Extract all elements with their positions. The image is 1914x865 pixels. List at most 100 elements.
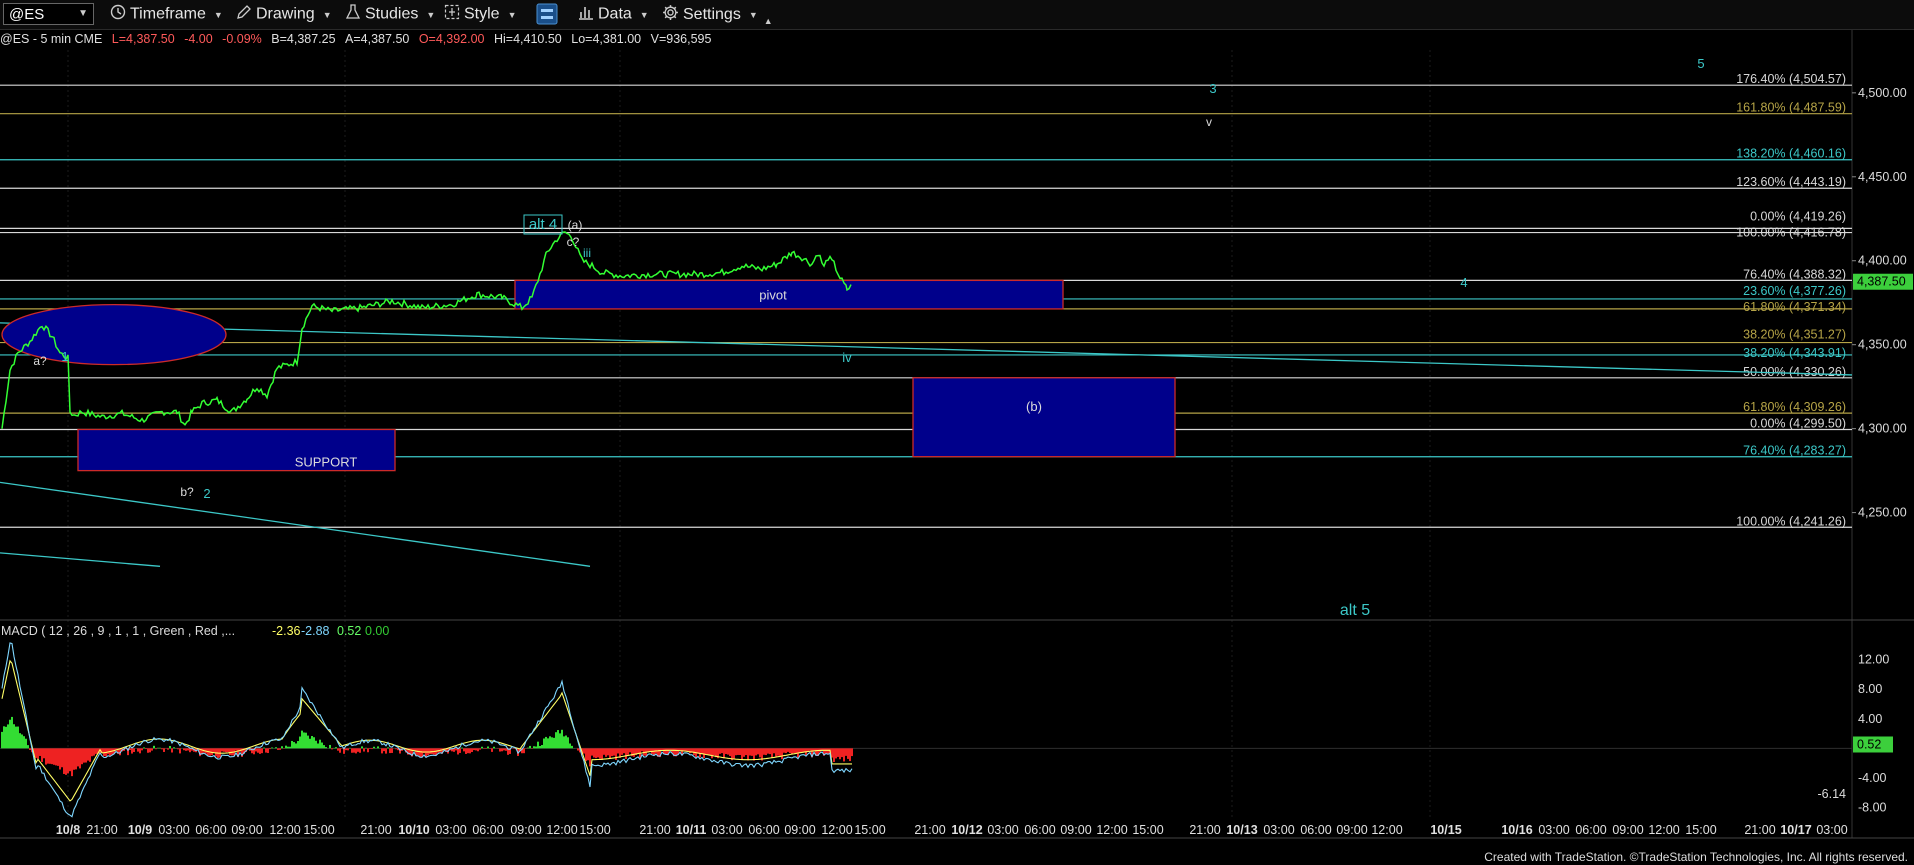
layout-icon: [536, 3, 558, 30]
time-axis-label: 21:00: [1189, 823, 1220, 837]
wave-label-1: 1: [61, 349, 68, 364]
style-icon: [444, 4, 460, 25]
time-axis-label: 03:00: [1538, 823, 1569, 837]
toolbar: @ES ▼ Timeframe ▼ Drawing ▼ Studies ▼ Style…: [0, 0, 1914, 30]
symbol-selector[interactable]: @ES ▼: [3, 3, 94, 25]
net-change-pct: -0.09%: [222, 32, 262, 46]
macd-axis-label: 12.00: [1858, 653, 1889, 667]
time-axis-label: 12:00: [1096, 823, 1127, 837]
low-price: Lo=4,381.00: [571, 32, 642, 46]
time-axis-label: 06:00: [1024, 823, 1055, 837]
macd-title: MACD ( 12 , 26 , 9 , 1 , 1 , Green , Red…: [1, 624, 235, 638]
macd-axis-label: 8.00: [1858, 682, 1882, 696]
data-button[interactable]: Data ▼: [578, 4, 649, 26]
chevron-down-icon: ▼: [748, 10, 758, 20]
macd-value: -2.88: [301, 624, 330, 638]
time-axis-label: 09:00: [1060, 823, 1091, 837]
chevron-down-icon: ▼: [507, 9, 517, 20]
volume: V=936,595: [650, 32, 712, 46]
time-axis-label: 06:00: [748, 823, 779, 837]
wave-label-5: 5: [1697, 56, 1704, 71]
time-axis-label: 21:00: [914, 823, 945, 837]
wave-label-iv: iv: [842, 350, 852, 365]
net-change: -4.00: [184, 32, 213, 46]
drawing-button[interactable]: Drawing ▼: [236, 4, 332, 26]
wave-label-b: b?: [180, 485, 194, 499]
copyright-footer: Created with TradeStation. ©TradeStation…: [1484, 850, 1908, 864]
time-axis-label: 10/13: [1226, 823, 1257, 837]
wave-label-a-paren: (a): [568, 218, 583, 232]
fib-level-label: 100.00% (4,241.26): [1736, 514, 1846, 528]
fib-level-label: 0.00% (4,299.50): [1750, 416, 1846, 430]
fib-level-label: 100.00% (4,416.78): [1736, 226, 1846, 240]
timeframe-label: Timeframe: [130, 5, 206, 23]
timeframe-button[interactable]: Timeframe ▼: [110, 4, 223, 26]
wave-label-alt5: alt 5: [1340, 602, 1370, 619]
macd-value: 0.52: [337, 624, 361, 638]
time-axis-label: 15:00: [579, 823, 610, 837]
fib-level-label: 0.00% (4,419.26): [1750, 209, 1846, 223]
price-axis-label: 4,250.00: [1858, 506, 1907, 520]
zone-label: (b): [1026, 399, 1042, 414]
macd-line: [1, 642, 853, 818]
time-axis-label: 10/17: [1780, 823, 1811, 837]
flask-icon: [345, 4, 361, 25]
time-axis-label: 09:00: [231, 823, 262, 837]
fib-level-label: 38.20% (4,343.91): [1743, 346, 1846, 360]
time-axis-label: 10/10: [398, 823, 429, 837]
symbol-description: @ES - 5 min CME: [0, 32, 103, 46]
fib-level-label: 23.60% (4,377.26): [1743, 284, 1846, 298]
time-axis-label: 15:00: [1132, 823, 1163, 837]
time-axis-label: 10/16: [1501, 823, 1532, 837]
macd-axis-label: 4.00: [1858, 712, 1882, 726]
last-price: L=4,387.50: [111, 32, 175, 46]
chevron-down-icon: ▼: [426, 9, 436, 20]
wave-label-a: a?: [33, 354, 47, 368]
zone-label: pivot: [759, 288, 787, 303]
time-axis-label: 15:00: [854, 823, 885, 837]
wave-label-iii: iii: [583, 246, 591, 260]
time-axis-label: 10/12: [951, 823, 982, 837]
last-price-label: 4,387.50: [1857, 275, 1906, 289]
studies-button[interactable]: Studies ▼: [345, 4, 435, 26]
time-axis-label: 09:00: [784, 823, 815, 837]
high-price: Hi=4,410.50: [494, 32, 562, 46]
time-axis-label: 06:00: [1300, 823, 1331, 837]
macd-signal-line: [1, 659, 852, 802]
time-axis-label: 06:00: [195, 823, 226, 837]
time-axis-label: 21:00: [639, 823, 670, 837]
gear-icon: [662, 4, 679, 26]
fib-level-label: 138.20% (4,460.16): [1736, 147, 1846, 161]
zone-label: SUPPORT: [295, 455, 358, 470]
time-axis-label: 03:00: [711, 823, 742, 837]
settings-label: Settings: [683, 6, 741, 23]
wave-label-4: 4: [1460, 275, 1467, 290]
time-axis-label: 12:00: [1371, 823, 1402, 837]
time-axis-label: 12:00: [546, 823, 577, 837]
time-axis-label: 03:00: [987, 823, 1018, 837]
trendline: [0, 552, 161, 567]
fib-level-label: 76.40% (4,388.32): [1743, 267, 1846, 281]
time-axis-label: 09:00: [1336, 823, 1367, 837]
time-axis-label: 21:00: [360, 823, 391, 837]
price-chart[interactable]: 176.40% (4,504.57)161.80% (4,487.59)138.…: [0, 0, 1914, 865]
time-axis-label: 12:00: [269, 823, 300, 837]
fib-level-label: 61.80% (4,309.26): [1743, 400, 1846, 414]
layout-button[interactable]: [536, 3, 562, 25]
bid-price: B=4,387.25: [271, 32, 336, 46]
style-button[interactable]: Style ▼: [444, 4, 517, 26]
time-axis-label: 21:00: [1744, 823, 1775, 837]
settings-button[interactable]: Settings ▼ ▲: [662, 4, 773, 26]
fib-level-label: 161.80% (4,487.59): [1736, 101, 1846, 115]
chevron-down-icon: ▼: [213, 9, 223, 20]
drawing-label: Drawing: [256, 5, 315, 23]
bar-chart-icon: [578, 4, 594, 25]
data-label: Data: [598, 5, 632, 23]
time-axis-label: 21:00: [86, 823, 117, 837]
quote-info-bar: @ES - 5 min CME L=4,387.50 -4.00 -0.09% …: [0, 32, 711, 48]
time-axis-label: 03:00: [435, 823, 466, 837]
fib-level-label: 76.40% (4,283.27): [1743, 444, 1846, 458]
fib-level-label: 123.60% (4,443.19): [1736, 175, 1846, 189]
macd-axis-label: -8.00: [1858, 801, 1887, 815]
price-axis-label: 4,400.00: [1858, 254, 1907, 268]
